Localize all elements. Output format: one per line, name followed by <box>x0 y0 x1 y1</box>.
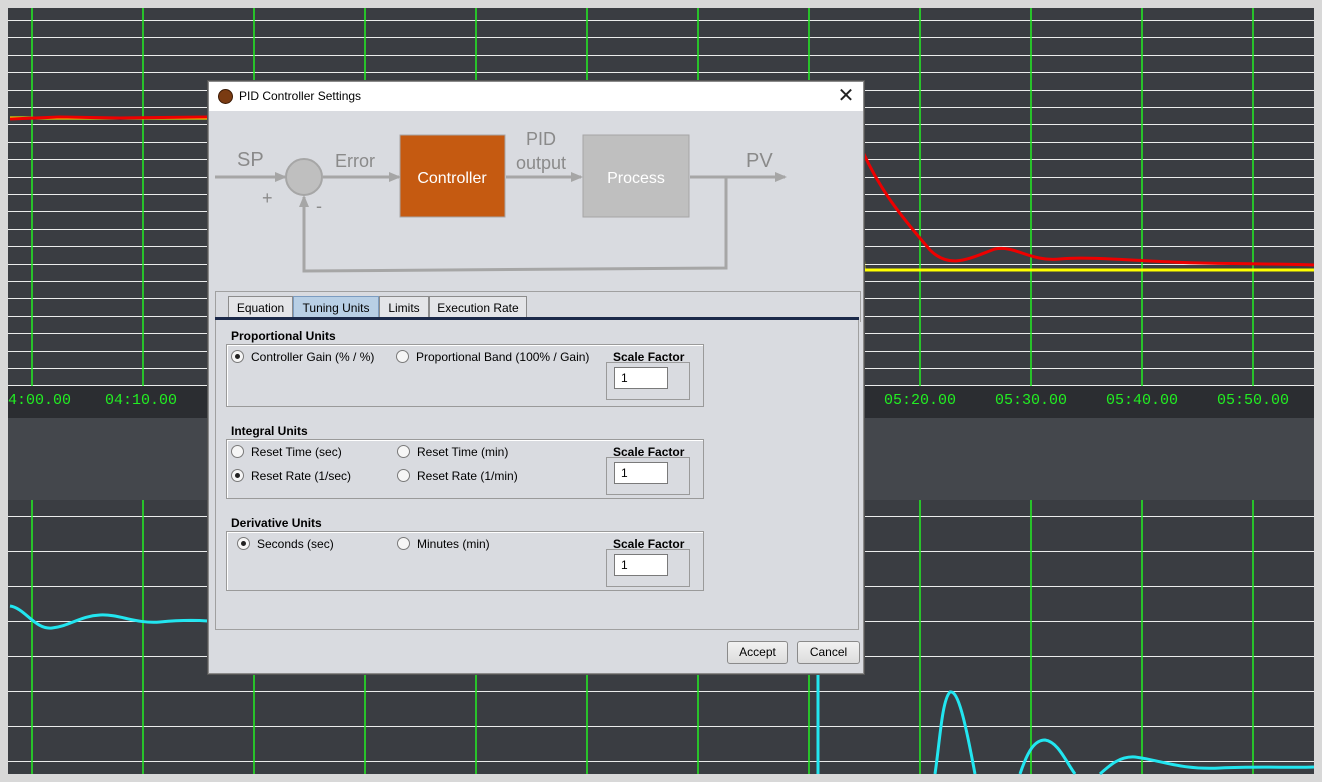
radio-label: Reset Rate (1/min) <box>417 469 518 483</box>
radio-indicator <box>231 469 244 482</box>
integral-units-title: Integral Units <box>231 424 308 438</box>
dialog-title: PID Controller Settings <box>239 89 362 103</box>
derivative-scale-factor-input[interactable] <box>614 554 668 576</box>
tab-tuning-units[interactable]: Tuning Units <box>293 296 379 319</box>
pid-block-diagram: SP + - Error Controller PID output Proce… <box>215 129 787 273</box>
error-label: Error <box>335 151 375 171</box>
radio-indicator <box>231 350 244 363</box>
proportional-scale-factor-input[interactable] <box>614 367 668 389</box>
pid-output-label-line1: PID <box>526 129 556 149</box>
radio-indicator <box>396 350 409 363</box>
time-tick-label: 05:20.00 <box>884 392 956 409</box>
sp-label: SP <box>237 149 264 171</box>
radio-label: Reset Time (min) <box>417 445 509 459</box>
tab-execution-rate[interactable]: Execution Rate <box>429 296 527 319</box>
process-variable-trace <box>9 115 209 121</box>
time-tick-label: 05:40.00 <box>1106 392 1178 409</box>
controller-label: Controller <box>417 170 487 187</box>
accept-button[interactable]: Accept <box>727 641 788 664</box>
time-tick-label: 05:50.00 <box>1217 392 1289 409</box>
tab-limits[interactable]: Limits <box>379 296 429 319</box>
plus-sign: + <box>262 188 273 208</box>
proportional-scale-factor-box <box>606 362 690 400</box>
pid-output-label-line2: output <box>516 153 566 173</box>
radio-indicator <box>237 537 250 550</box>
radio-label: Reset Time (sec) <box>251 445 342 459</box>
derivative-scale-factor-box <box>606 549 690 587</box>
radio-indicator <box>231 445 244 458</box>
integral-scale-factor-input[interactable] <box>614 462 668 484</box>
app-icon <box>218 89 233 104</box>
radio-indicator <box>397 445 410 458</box>
pv-label: PV <box>746 150 773 172</box>
radio-label: Proportional Band (100% / Gain) <box>416 350 590 364</box>
close-button[interactable]: ✕ <box>833 84 859 108</box>
summing-junction <box>285 158 323 196</box>
time-tick-label: 4:00.00 <box>8 392 71 409</box>
radio-indicator <box>397 537 410 550</box>
cancel-button[interactable]: Cancel <box>797 641 860 664</box>
integral-scale-factor-box <box>606 457 690 495</box>
radio-label: Seconds (sec) <box>257 537 334 551</box>
derivative-units-title: Derivative Units <box>231 516 322 530</box>
tab-equation[interactable]: Equation <box>228 296 293 319</box>
radio-indicator <box>397 469 410 482</box>
dialog-titlebar[interactable]: PID Controller Settings ✕ <box>209 82 863 111</box>
time-tick-label: 04:10.00 <box>105 392 177 409</box>
radio-label: Minutes (min) <box>417 537 490 551</box>
time-tick-label: 05:30.00 <box>995 392 1067 409</box>
radio-label: Controller Gain (% / %) <box>251 350 375 364</box>
process-label: Process <box>607 170 665 187</box>
proportional-units-title: Proportional Units <box>231 329 336 343</box>
pid-settings-dialog: PID Controller Settings ✕ SP + - Error C… <box>208 81 864 674</box>
radio-label: Reset Rate (1/sec) <box>251 469 352 483</box>
minus-sign: - <box>316 196 322 216</box>
